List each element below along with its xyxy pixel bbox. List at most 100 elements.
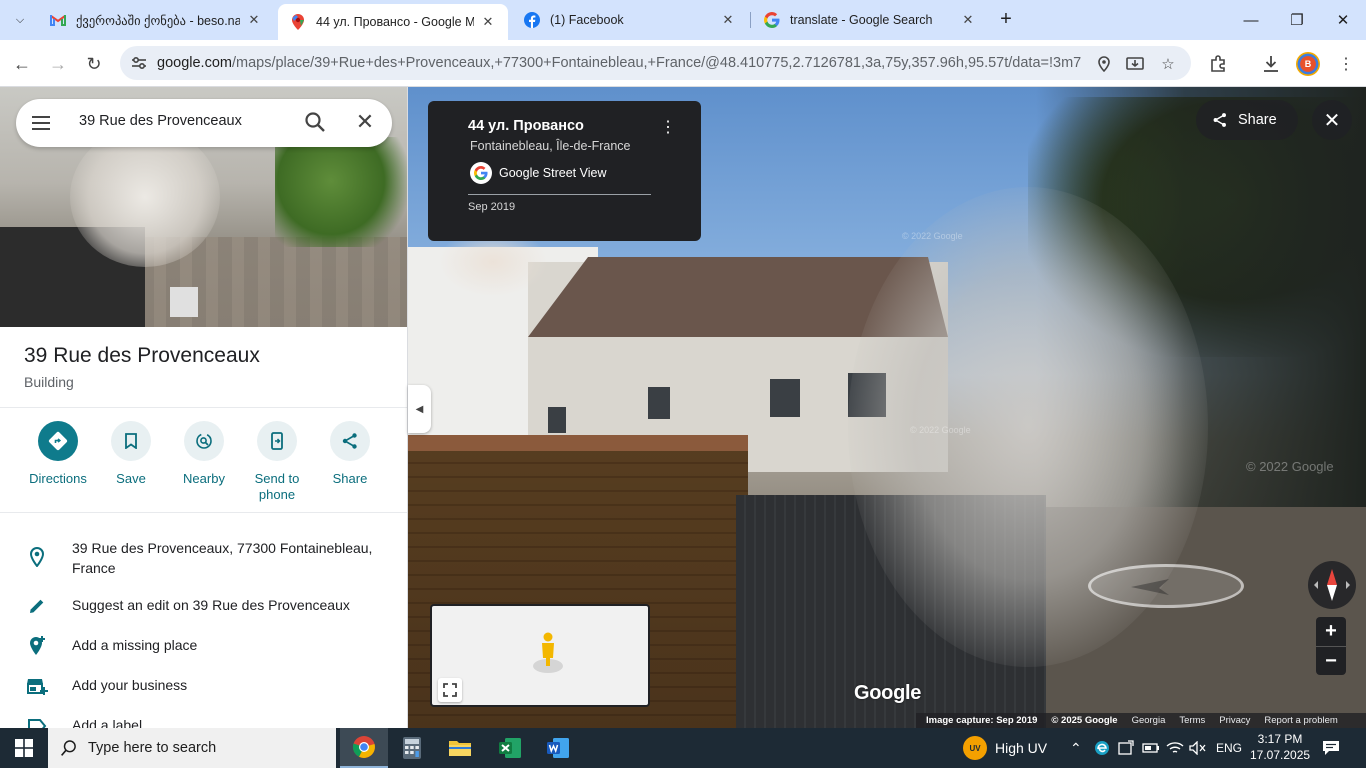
tab-title: translate - Google Search: [790, 13, 933, 27]
url-host: google.com: [157, 55, 232, 71]
bookmark-star-icon[interactable]: ☆: [1157, 53, 1179, 75]
chevron-up-icon[interactable]: ⌃: [1070, 728, 1082, 768]
zoom-in-button[interactable]: +: [1316, 617, 1346, 646]
language-indicator[interactable]: ENG: [1216, 728, 1242, 768]
tab-google-maps[interactable]: 44 ул. Провансо - Google Map ✕: [278, 4, 508, 40]
sv-card-timeline[interactable]: [468, 194, 651, 195]
minimize-button[interactable]: —: [1228, 0, 1274, 40]
url-text[interactable]: google.com/maps/place/39+Rue+des+Provenc…: [157, 55, 1082, 71]
close-street-view-button[interactable]: ✕: [1312, 100, 1352, 140]
extensions-icon[interactable]: [1206, 52, 1230, 76]
folder-icon: [449, 741, 471, 756]
directions-button[interactable]: Directions: [22, 421, 94, 487]
close-icon[interactable]: ✕: [480, 14, 496, 30]
photo-mailbox: [170, 287, 198, 317]
terms-link[interactable]: Terms: [1179, 715, 1205, 726]
street-view-info-card: 44 ул. Провансо Fontainebleau, Île-de-Fr…: [428, 101, 701, 241]
restore-button[interactable]: ❐: [1274, 0, 1320, 40]
install-app-icon[interactable]: [1124, 53, 1146, 75]
add-location-icon: [26, 635, 48, 657]
share-button[interactable]: Share: [314, 421, 386, 487]
wifi-icon[interactable]: [1166, 728, 1184, 768]
tab-gmail[interactable]: ქვეროპაში ქონება - beso.nam ✕: [38, 0, 274, 40]
country-link[interactable]: Georgia: [1132, 715, 1166, 726]
clock-date: 17.07.2025: [1250, 748, 1311, 762]
taskbar-excel[interactable]: [486, 728, 534, 768]
close-icon: ✕: [1336, 12, 1350, 29]
add-business-row[interactable]: Add your business: [0, 675, 407, 697]
close-icon[interactable]: ✕: [246, 12, 262, 28]
minimize-icon: —: [1243, 11, 1259, 29]
windows-logo-icon: [15, 739, 33, 757]
photo-greenery: [275, 137, 407, 247]
send-to-phone-button[interactable]: Send to phone: [241, 421, 313, 503]
report-problem-link[interactable]: Report a problem: [1264, 715, 1337, 726]
address-row[interactable]: 39 Rue des Provenceaux, 77300 Fontainebl…: [0, 538, 407, 580]
arrow-left-icon: ←: [13, 53, 31, 74]
compass-button[interactable]: [1308, 561, 1356, 609]
location-icon[interactable]: [1093, 53, 1115, 75]
forward-button[interactable]: →: [44, 50, 72, 78]
close-icon[interactable]: ✕: [960, 12, 976, 28]
start-button[interactable]: [0, 728, 48, 768]
divider: [0, 512, 407, 513]
close-window-button[interactable]: ✕: [1320, 0, 1366, 40]
search-icon[interactable]: [304, 111, 328, 135]
taskbar-word[interactable]: [534, 728, 582, 768]
edge-tray-icon[interactable]: [1094, 728, 1110, 768]
reload-button[interactable]: ↻: [80, 50, 108, 78]
back-button[interactable]: ←: [8, 50, 36, 78]
profile-avatar[interactable]: B: [1296, 52, 1320, 76]
taskbar-search[interactable]: Type here to search: [48, 728, 336, 768]
tab-search-button[interactable]: ⌵: [6, 8, 34, 32]
clock[interactable]: 3:17 PM 17.07.2025: [1250, 731, 1310, 763]
save-button[interactable]: Save: [95, 421, 167, 487]
suggest-edit-row[interactable]: Suggest an edit on 39 Rue des Provenceau…: [0, 595, 407, 617]
street-view[interactable]: © 2022 Google © 2022 Google © 2022 Googl…: [408, 87, 1366, 728]
add-missing-place-row[interactable]: Add a missing place: [0, 635, 407, 657]
volume-muted-icon[interactable]: [1189, 728, 1207, 768]
more-menu-icon[interactable]: ⋮: [1334, 52, 1358, 76]
expand-map-button[interactable]: [438, 678, 462, 702]
sv-card-date[interactable]: Sep 2019: [468, 201, 515, 213]
search-input[interactable]: [79, 113, 294, 129]
pencil-icon: [26, 595, 48, 617]
notifications-icon[interactable]: [1322, 728, 1340, 768]
calculator-icon: [403, 737, 421, 759]
collapse-panel-button[interactable]: ◀: [408, 385, 431, 433]
navigation-arrow[interactable]: [1088, 564, 1244, 608]
add-label-row[interactable]: Add a label: [0, 715, 407, 728]
add-label-text: Add a label: [72, 717, 143, 728]
url-path: /maps/place/39+Rue+des+Provenceaux,+7730…: [231, 55, 1082, 71]
close-icon[interactable]: ✕: [720, 12, 736, 28]
taskbar-file-explorer[interactable]: [436, 728, 484, 768]
site-info-icon[interactable]: [130, 54, 148, 72]
sv-window: [648, 387, 670, 419]
privacy-link[interactable]: Privacy: [1219, 715, 1250, 726]
directions-icon: [38, 421, 78, 461]
address-bar[interactable]: google.com/maps/place/39+Rue+des+Provenc…: [120, 46, 1191, 80]
taskbar-calculator[interactable]: [388, 728, 436, 768]
sv-watermark: © 2022 Google: [910, 425, 971, 435]
more-vert-icon[interactable]: ⋮: [660, 119, 676, 139]
close-icon[interactable]: ✕: [353, 109, 377, 135]
google-watermark: Google: [854, 682, 922, 704]
street-view-share-button[interactable]: Share: [1196, 100, 1298, 140]
sv-card-source[interactable]: Google Street View: [499, 166, 606, 180]
street-view-minimap[interactable]: [430, 604, 650, 707]
zoom-out-button[interactable]: −: [1316, 647, 1346, 676]
battery-icon[interactable]: [1142, 728, 1160, 768]
tab-facebook[interactable]: (1) Facebook ✕: [512, 0, 748, 40]
weather-widget[interactable]: UV High UV: [963, 728, 1047, 768]
windows-taskbar: Type here to search UV High UV ⌃ ENG 3:1…: [0, 728, 1366, 768]
zoom-controls: + −: [1316, 617, 1346, 675]
weather-text: High UV: [995, 740, 1048, 756]
menu-icon[interactable]: [32, 113, 54, 133]
nearby-button[interactable]: Nearby: [168, 421, 240, 487]
new-tab-button[interactable]: +: [994, 8, 1018, 32]
app-tray-icon[interactable]: [1118, 728, 1134, 768]
download-icon[interactable]: [1259, 52, 1283, 76]
taskbar-chrome[interactable]: [340, 728, 388, 768]
action-label: Share: [332, 471, 368, 486]
tab-google-search[interactable]: translate - Google Search ✕: [752, 0, 988, 40]
